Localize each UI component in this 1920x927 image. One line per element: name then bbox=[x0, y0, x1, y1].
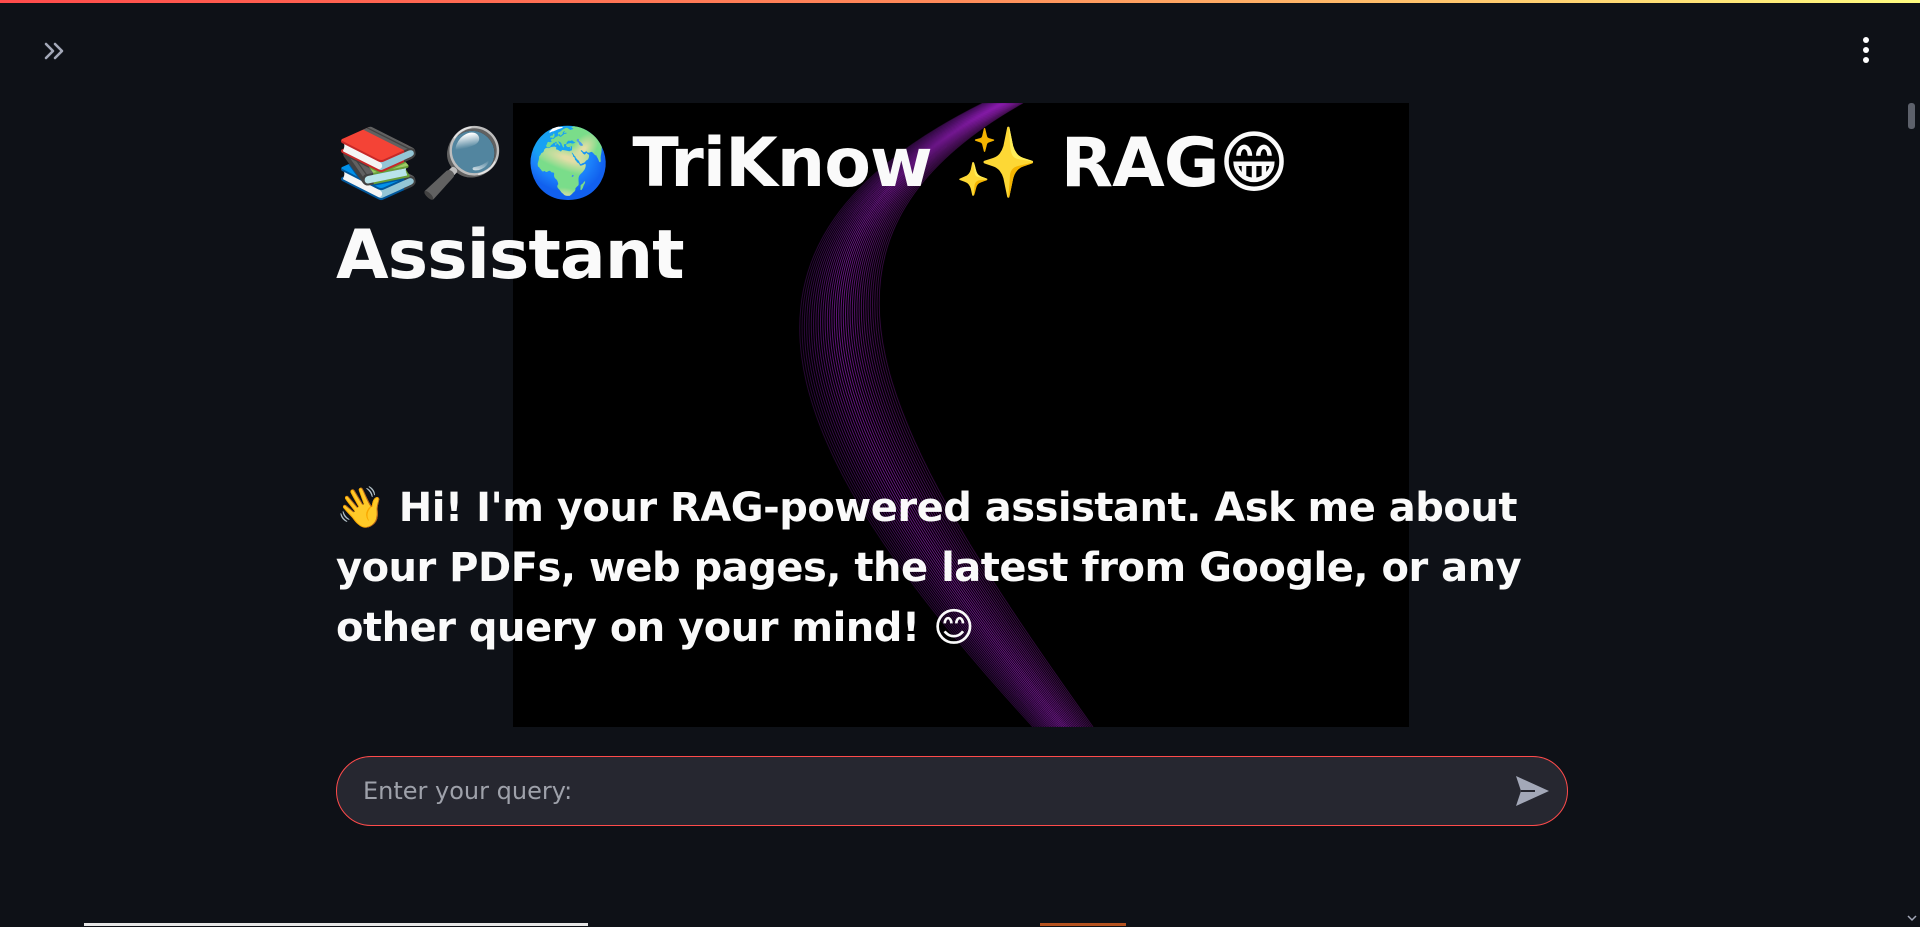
scrollbar-thumb[interactable] bbox=[1908, 103, 1915, 129]
top-decoration-stripe bbox=[0, 0, 1920, 3]
scroll-down-icon[interactable] bbox=[1906, 912, 1918, 924]
kebab-menu-icon[interactable] bbox=[1850, 34, 1882, 66]
greeting-message: 👋 Hi! I'm your RAG-powered assistant. As… bbox=[336, 485, 1522, 651]
query-box[interactable] bbox=[336, 756, 1568, 826]
double-chevron-right-icon[interactable] bbox=[40, 36, 70, 66]
send-icon[interactable] bbox=[1513, 773, 1551, 809]
page-title: 📚🔎 🌍 TriKnow ✨ RAG😁 Assistant bbox=[336, 124, 1289, 295]
query-input[interactable] bbox=[363, 757, 1483, 824]
